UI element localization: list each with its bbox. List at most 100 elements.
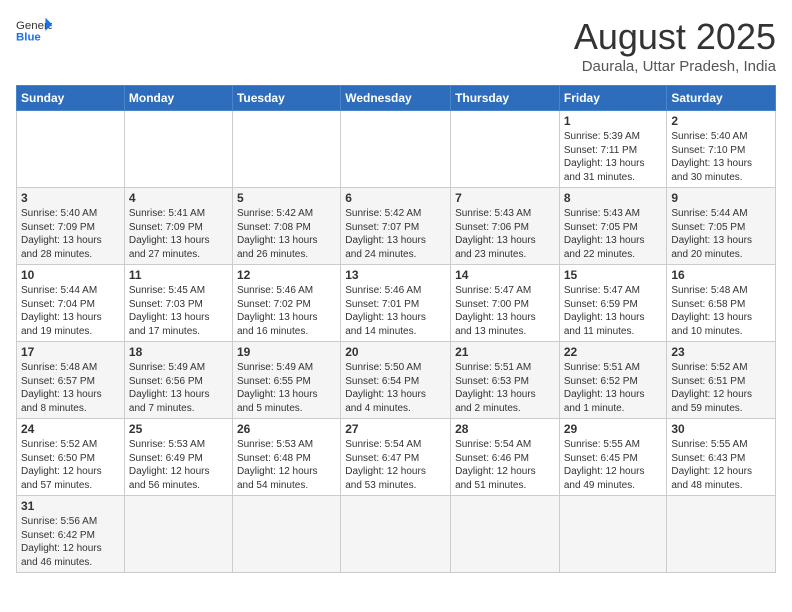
day-info: Sunrise: 5:51 AM Sunset: 6:53 PM Dayligh… xyxy=(455,361,555,415)
calendar-cell: 5 Sunrise: 5:42 AM Sunset: 7:08 PM Daylig… xyxy=(232,188,340,265)
calendar-week-row: 10Sunrise: 5:44 AM Sunset: 7:04 PM Dayli… xyxy=(17,265,776,342)
day-info: Sunrise: 5:52 AM Sunset: 6:51 PM Dayligh… xyxy=(671,361,771,415)
logo-icon: General Blue xyxy=(16,16,52,44)
calendar-cell xyxy=(341,496,451,573)
calendar-cell xyxy=(451,496,560,573)
day-info: Sunrise: 5:53 AM Sunset: 6:49 PM Dayligh… xyxy=(129,438,228,492)
calendar-cell: 20 Sunrise: 5:50 AM Sunset: 6:54 PM Dayli… xyxy=(341,342,451,419)
day-number: 25 xyxy=(129,422,228,436)
calendar-cell: 9 Sunrise: 5:44 AM Sunset: 7:05 PM Daylig… xyxy=(667,188,776,265)
calendar-cell: 8 Sunrise: 5:43 AM Sunset: 7:05 PM Daylig… xyxy=(559,188,667,265)
day-number: 24 xyxy=(21,422,120,436)
day-number: 5 xyxy=(237,191,336,205)
day-info: Sunrise: 5:43 AM Sunset: 7:06 PM Dayligh… xyxy=(455,207,555,261)
day-info: Sunrise: 5:40 AM Sunset: 7:10 PM Dayligh… xyxy=(671,130,771,184)
calendar-cell xyxy=(667,496,776,573)
weekday-header-monday: Monday xyxy=(124,86,232,111)
day-number: 7 xyxy=(455,191,555,205)
calendar-cell: 7 Sunrise: 5:43 AM Sunset: 7:06 PM Daylig… xyxy=(451,188,560,265)
calendar-cell: 25 Sunrise: 5:53 AM Sunset: 6:49 PM Dayli… xyxy=(124,419,232,496)
day-number: 31 xyxy=(21,499,120,513)
calendar-week-row: 17Sunrise: 5:48 AM Sunset: 6:57 PM Dayli… xyxy=(17,342,776,419)
weekday-header-sunday: Sunday xyxy=(17,86,125,111)
day-info: Sunrise: 5:53 AM Sunset: 6:48 PM Dayligh… xyxy=(237,438,336,492)
calendar-cell: 10Sunrise: 5:44 AM Sunset: 7:04 PM Dayli… xyxy=(17,265,125,342)
calendar-cell xyxy=(232,496,340,573)
day-number: 3 xyxy=(21,191,120,205)
calendar-cell: 11 Sunrise: 5:45 AM Sunset: 7:03 PM Dayli… xyxy=(124,265,232,342)
calendar-cell: 4 Sunrise: 5:41 AM Sunset: 7:09 PM Daylig… xyxy=(124,188,232,265)
day-info: Sunrise: 5:43 AM Sunset: 7:05 PM Dayligh… xyxy=(564,207,663,261)
day-info: Sunrise: 5:46 AM Sunset: 7:01 PM Dayligh… xyxy=(345,284,446,338)
day-info: Sunrise: 5:48 AM Sunset: 6:57 PM Dayligh… xyxy=(21,361,120,415)
day-info: Sunrise: 5:51 AM Sunset: 6:52 PM Dayligh… xyxy=(564,361,663,415)
calendar-cell: 17Sunrise: 5:48 AM Sunset: 6:57 PM Dayli… xyxy=(17,342,125,419)
day-number: 10 xyxy=(21,268,120,282)
weekday-header-thursday: Thursday xyxy=(451,86,560,111)
day-number: 2 xyxy=(671,114,771,128)
day-info: Sunrise: 5:49 AM Sunset: 6:55 PM Dayligh… xyxy=(237,361,336,415)
calendar-cell: 14 Sunrise: 5:47 AM Sunset: 7:00 PM Dayli… xyxy=(451,265,560,342)
calendar-cell: 23Sunrise: 5:52 AM Sunset: 6:51 PM Dayli… xyxy=(667,342,776,419)
title-area: August 2025 Daurala, Uttar Pradesh, Indi… xyxy=(574,16,776,75)
calendar-cell xyxy=(124,496,232,573)
day-info: Sunrise: 5:55 AM Sunset: 6:43 PM Dayligh… xyxy=(671,438,771,492)
day-number: 22 xyxy=(564,345,663,359)
day-number: 1 xyxy=(564,114,663,128)
calendar-cell: 18Sunrise: 5:49 AM Sunset: 6:56 PM Dayli… xyxy=(124,342,232,419)
weekday-header-saturday: Saturday xyxy=(667,86,776,111)
day-number: 29 xyxy=(564,422,663,436)
day-info: Sunrise: 5:44 AM Sunset: 7:05 PM Dayligh… xyxy=(671,207,771,261)
day-number: 14 xyxy=(455,268,555,282)
calendar-table: SundayMondayTuesdayWednesdayThursdayFrid… xyxy=(16,85,776,573)
calendar-cell xyxy=(17,111,125,188)
calendar-subtitle: Daurala, Uttar Pradesh, India xyxy=(574,58,776,75)
day-info: Sunrise: 5:47 AM Sunset: 7:00 PM Dayligh… xyxy=(455,284,555,338)
day-info: Sunrise: 5:42 AM Sunset: 7:08 PM Dayligh… xyxy=(237,207,336,261)
day-info: Sunrise: 5:50 AM Sunset: 6:54 PM Dayligh… xyxy=(345,361,446,415)
day-number: 19 xyxy=(237,345,336,359)
calendar-cell: 16 Sunrise: 5:48 AM Sunset: 6:58 PM Dayli… xyxy=(667,265,776,342)
calendar-cell: 19 Sunrise: 5:49 AM Sunset: 6:55 PM Dayli… xyxy=(232,342,340,419)
day-info: Sunrise: 5:54 AM Sunset: 6:47 PM Dayligh… xyxy=(345,438,446,492)
day-info: Sunrise: 5:52 AM Sunset: 6:50 PM Dayligh… xyxy=(21,438,120,492)
day-number: 18 xyxy=(129,345,228,359)
calendar-cell: 13 Sunrise: 5:46 AM Sunset: 7:01 PM Dayli… xyxy=(341,265,451,342)
day-number: 11 xyxy=(129,268,228,282)
day-info: Sunrise: 5:54 AM Sunset: 6:46 PM Dayligh… xyxy=(455,438,555,492)
day-number: 15 xyxy=(564,268,663,282)
calendar-cell xyxy=(232,111,340,188)
calendar-cell: 6Sunrise: 5:42 AM Sunset: 7:07 PM Daylig… xyxy=(341,188,451,265)
day-number: 26 xyxy=(237,422,336,436)
day-number: 30 xyxy=(671,422,771,436)
day-number: 4 xyxy=(129,191,228,205)
calendar-cell: 12 Sunrise: 5:46 AM Sunset: 7:02 PM Dayli… xyxy=(232,265,340,342)
day-number: 8 xyxy=(564,191,663,205)
day-number: 27 xyxy=(345,422,446,436)
day-info: Sunrise: 5:47 AM Sunset: 6:59 PM Dayligh… xyxy=(564,284,663,338)
weekday-header-friday: Friday xyxy=(559,86,667,111)
day-number: 9 xyxy=(671,191,771,205)
calendar-cell: 21Sunrise: 5:51 AM Sunset: 6:53 PM Dayli… xyxy=(451,342,560,419)
calendar-cell: 28Sunrise: 5:54 AM Sunset: 6:46 PM Dayli… xyxy=(451,419,560,496)
weekday-header-row: SundayMondayTuesdayWednesdayThursdayFrid… xyxy=(17,86,776,111)
day-number: 13 xyxy=(345,268,446,282)
day-number: 16 xyxy=(671,268,771,282)
calendar-week-row: 3Sunrise: 5:40 AM Sunset: 7:09 PM Daylig… xyxy=(17,188,776,265)
day-number: 12 xyxy=(237,268,336,282)
day-info: Sunrise: 5:48 AM Sunset: 6:58 PM Dayligh… xyxy=(671,284,771,338)
weekday-header-tuesday: Tuesday xyxy=(232,86,340,111)
day-info: Sunrise: 5:45 AM Sunset: 7:03 PM Dayligh… xyxy=(129,284,228,338)
day-number: 20 xyxy=(345,345,446,359)
day-info: Sunrise: 5:41 AM Sunset: 7:09 PM Dayligh… xyxy=(129,207,228,261)
day-info: Sunrise: 5:46 AM Sunset: 7:02 PM Dayligh… xyxy=(237,284,336,338)
calendar-week-row: 31Sunrise: 5:56 AM Sunset: 6:42 PM Dayli… xyxy=(17,496,776,573)
day-info: Sunrise: 5:39 AM Sunset: 7:11 PM Dayligh… xyxy=(564,130,663,184)
day-info: Sunrise: 5:42 AM Sunset: 7:07 PM Dayligh… xyxy=(345,207,446,261)
calendar-cell xyxy=(124,111,232,188)
calendar-cell: 31Sunrise: 5:56 AM Sunset: 6:42 PM Dayli… xyxy=(17,496,125,573)
calendar-cell: 27 Sunrise: 5:54 AM Sunset: 6:47 PM Dayli… xyxy=(341,419,451,496)
calendar-cell: 1 Sunrise: 5:39 AM Sunset: 7:11 PM Daylig… xyxy=(559,111,667,188)
page-header: General Blue August 2025 Daurala, Uttar … xyxy=(16,16,776,75)
logo: General Blue xyxy=(16,16,52,44)
